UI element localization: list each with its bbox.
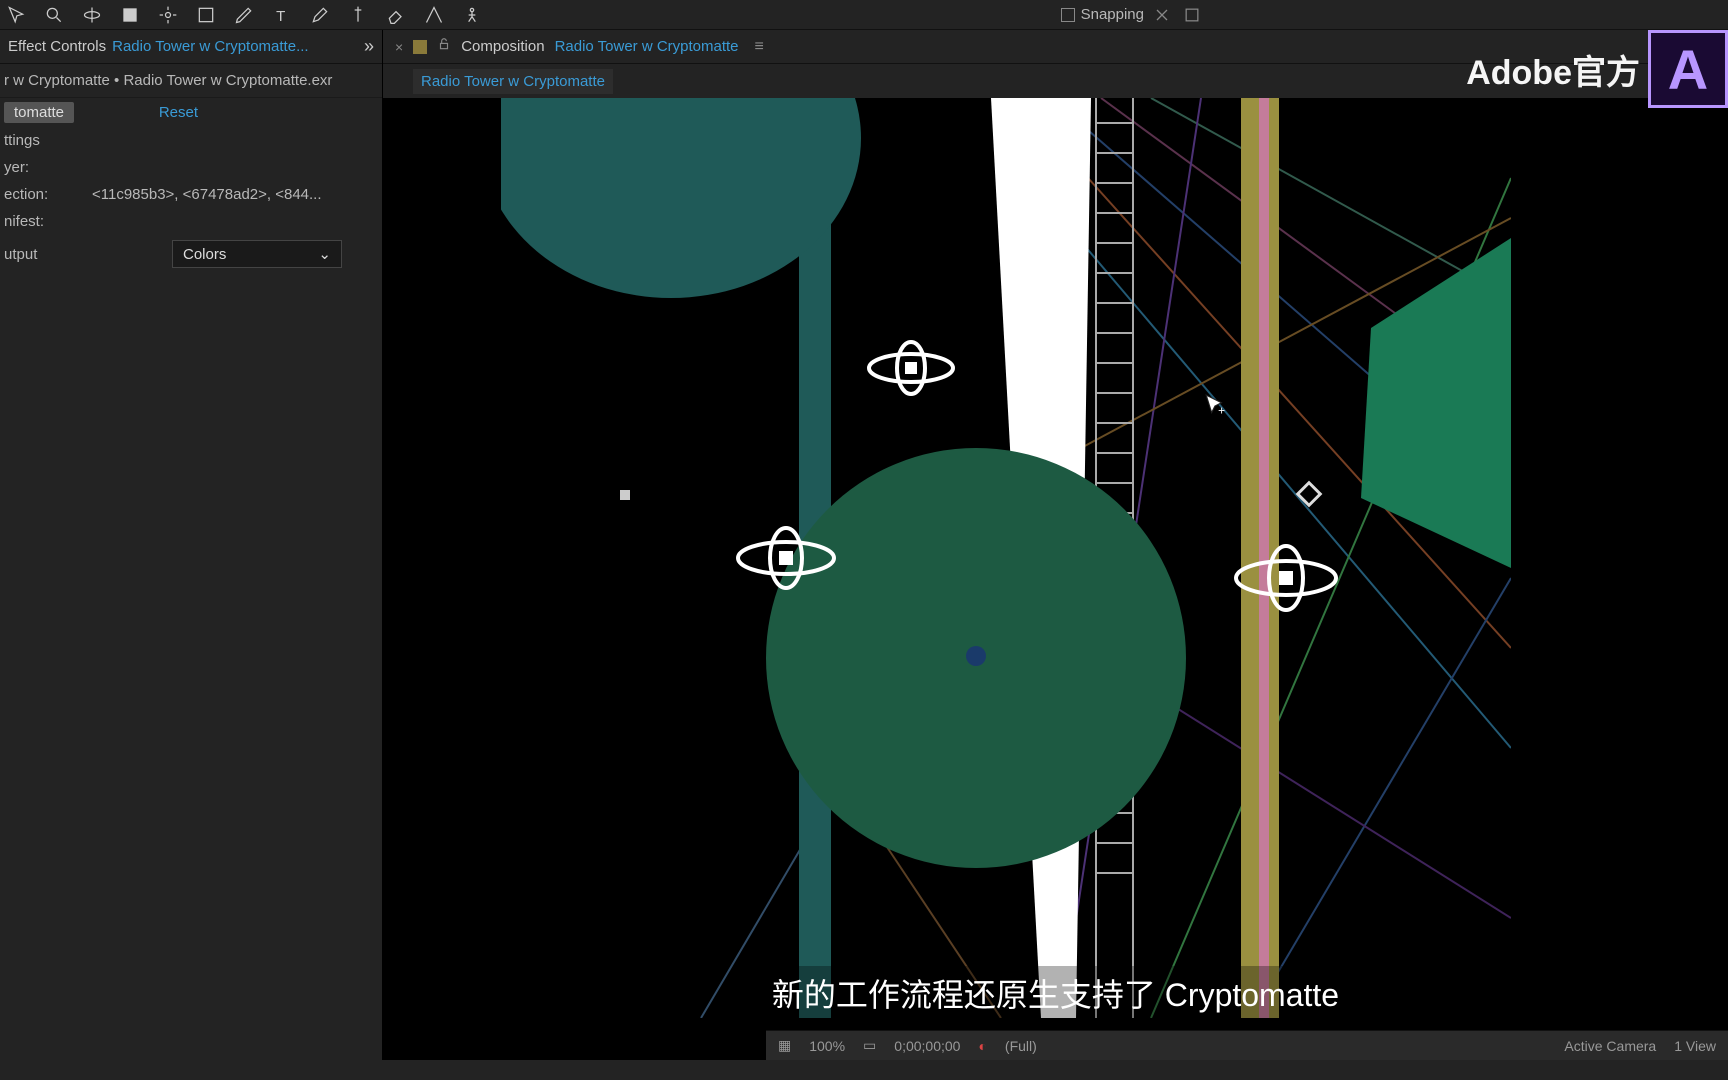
comp-color-swatch: [413, 40, 427, 54]
anchor-tool-icon[interactable]: [156, 3, 180, 27]
res-indicator-icon[interactable]: ◐: [978, 1038, 986, 1054]
footer-icon[interactable]: ▦: [778, 1037, 791, 1054]
footer-icon2[interactable]: ▭: [863, 1037, 876, 1054]
viewer-footer: ▦ 100% ▭ 0;00;00;00 ◐ (Full) Active Came…: [766, 1030, 1728, 1060]
snapping-checkbox-icon[interactable]: [1061, 8, 1075, 22]
ae-logo-icon: A: [1648, 30, 1728, 108]
chevron-down-icon: ⌄: [318, 245, 331, 263]
cryptomatte-render: [501, 98, 1511, 1018]
views-count[interactable]: 1 View: [1674, 1038, 1716, 1054]
composition-viewer[interactable]: + 新的工作流程还原生支持了 Cryptomatte: [383, 98, 1728, 1060]
svg-text:+: +: [1218, 404, 1225, 418]
effect-header[interactable]: tomatte Reset: [0, 98, 382, 127]
zoom-tool-icon[interactable]: [42, 3, 66, 27]
brand-watermark: Adobe官方 A: [1466, 30, 1728, 108]
lock-icon[interactable]: [437, 37, 451, 56]
snap-opt2-icon[interactable]: [1180, 3, 1204, 27]
close-icon[interactable]: ×: [395, 39, 403, 55]
panel-title: Effect Controls: [8, 38, 106, 55]
roto-tool-icon[interactable]: [422, 3, 446, 27]
prop-layer: yer:: [0, 154, 382, 181]
shape-tool-icon[interactable]: [194, 3, 218, 27]
panel-overflow-icon[interactable]: »: [364, 36, 372, 57]
active-comp-tab[interactable]: Radio Tower w Cryptomatte: [413, 69, 613, 94]
prop-selection: ection: <11c985b3>, <67478ad2>, <844...: [0, 181, 382, 208]
selection-tool-icon[interactable]: [4, 3, 28, 27]
text-tool-icon[interactable]: T: [270, 3, 294, 27]
effect-controls-panel: Effect Controls Radio Tower w Cryptomatt…: [0, 30, 383, 1060]
clone-tool-icon[interactable]: [346, 3, 370, 27]
composition-panel: × Composition Radio Tower w Cryptomatte …: [383, 30, 1728, 1060]
subtitle-caption: 新的工作流程还原生支持了 Cryptomatte: [760, 966, 1351, 1020]
effect-name: tomatte: [4, 102, 74, 123]
prop-output: utput Colors ⌄: [0, 235, 382, 273]
brush-tool-icon[interactable]: [308, 3, 332, 27]
rect-tool-icon[interactable]: [118, 3, 142, 27]
output-dropdown[interactable]: Colors ⌄: [172, 240, 342, 268]
zoom-value[interactable]: 100%: [809, 1038, 845, 1054]
panel-title-link: Radio Tower w Cryptomatte...: [112, 38, 308, 55]
composition-label: Composition: [461, 38, 544, 55]
reset-link[interactable]: Reset: [159, 104, 198, 121]
cursor-icon: +: [1203, 393, 1229, 424]
brand-text: Adobe官方: [1466, 45, 1640, 94]
panel-menu-icon[interactable]: ≡: [755, 38, 764, 56]
prop-manifest: nifest:: [0, 208, 382, 235]
pen-tool-icon[interactable]: [232, 3, 256, 27]
active-camera[interactable]: Active Camera: [1564, 1038, 1656, 1054]
effect-controls-tab[interactable]: Effect Controls Radio Tower w Cryptomatt…: [0, 30, 382, 64]
timecode[interactable]: 0;00;00;00: [894, 1038, 960, 1054]
puppet-tool-icon[interactable]: [460, 3, 484, 27]
resolution[interactable]: (Full): [1005, 1038, 1037, 1054]
orbit-tool-icon[interactable]: [80, 3, 104, 27]
composition-name-link[interactable]: Radio Tower w Cryptomatte: [555, 38, 739, 55]
snapping-label: Snapping: [1081, 6, 1144, 23]
snap-opt-icon[interactable]: [1150, 3, 1174, 27]
app-toolbar: T Snapping: [0, 0, 1728, 30]
snapping-toggle[interactable]: Snapping: [1061, 3, 1204, 27]
svg-text:T: T: [276, 7, 285, 24]
layer-path: r w Cryptomatte • Radio Tower w Cryptoma…: [0, 64, 382, 98]
prop-settings: ttings: [0, 127, 382, 154]
eraser-tool-icon[interactable]: [384, 3, 408, 27]
